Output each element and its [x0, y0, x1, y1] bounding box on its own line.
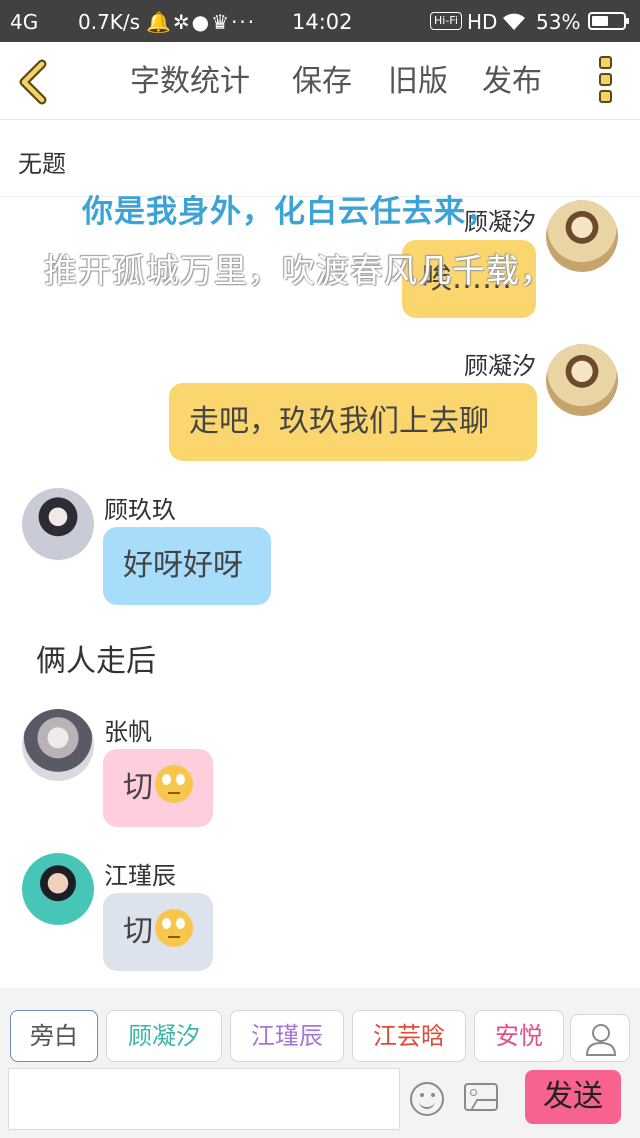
chevron-left-icon — [19, 59, 47, 105]
more-dot-icon — [598, 90, 612, 103]
more-dot-icon — [598, 73, 612, 86]
role-chip-label: 江芸晗 — [373, 1022, 445, 1050]
wifi-icon — [501, 10, 527, 37]
eye-roll-emoji-icon — [155, 765, 193, 803]
avatar[interactable] — [546, 344, 618, 416]
back-button[interactable] — [12, 58, 56, 106]
role-chip-gu-ningxi[interactable]: 顾凝汐 — [106, 1010, 222, 1062]
publish-button[interactable]: 发布 — [482, 62, 542, 102]
old-version-button[interactable]: 旧版 — [388, 62, 448, 102]
role-manager-button[interactable] — [570, 1014, 630, 1062]
clock: 14:02 — [292, 10, 353, 34]
hd-indicator: HD — [467, 10, 498, 34]
eye-roll-emoji-icon — [155, 909, 193, 947]
pinwheel-icon: ✲ — [172, 10, 192, 34]
floating-lyric: 推开孤城万里，吹渡春风几千载， — [44, 251, 554, 290]
word-count-button[interactable]: 字数统计 — [130, 62, 250, 102]
role-chip-label: 旁白 — [30, 1022, 78, 1050]
send-button[interactable]: 发送 — [525, 1070, 621, 1124]
more-notifications: ··· — [231, 10, 257, 34]
message-bubble[interactable]: 切 — [103, 749, 213, 827]
role-chip-jiang-yunhan[interactable]: 江芸晗 — [352, 1010, 466, 1062]
battery-level — [592, 16, 608, 26]
message-sender-name: 顾凝汐 — [464, 352, 536, 380]
role-chip-label: 安悦 — [495, 1022, 543, 1050]
save-button[interactable]: 保存 — [292, 62, 352, 102]
bell-icon: 🔔 — [146, 10, 173, 34]
battery-icon — [588, 12, 629, 30]
role-chip-label: 顾凝汐 — [128, 1022, 200, 1050]
planet-icon: ● — [191, 10, 212, 34]
editor-header: 字数统计 保存 旧版 发布 — [0, 42, 640, 120]
message-bubble[interactable]: 好呀好呀 — [103, 527, 271, 605]
floating-lyric: 你是我身外，化白云任去来， — [82, 194, 498, 230]
battery-percent: 53% — [536, 10, 581, 34]
message-sender-name: 江瑾辰 — [104, 862, 176, 890]
message-text: 切 — [123, 770, 153, 805]
role-chip-label: 江瑾辰 — [251, 1022, 323, 1050]
message-sender-name: 顾玖玖 — [104, 496, 176, 524]
more-dot-icon — [598, 56, 612, 69]
message-sender-name: 张帆 — [104, 718, 152, 746]
more-menu-button[interactable] — [590, 56, 620, 110]
image-picker-icon[interactable] — [464, 1083, 498, 1111]
message-bubble[interactable]: 切 — [103, 893, 213, 971]
notification-icons: 🔔✲●♛··· — [146, 10, 256, 34]
person-icon — [585, 1024, 617, 1056]
message-text: 切 — [123, 914, 153, 949]
network-indicator: 4G — [10, 10, 39, 34]
avatar[interactable] — [22, 853, 94, 925]
avatar[interactable] — [22, 709, 94, 781]
hifi-badge: Hi-Fi — [430, 12, 462, 30]
role-chip-jiang-jinchen[interactable]: 江瑾辰 — [230, 1010, 344, 1062]
message-bubble[interactable]: 走吧，玖玖我们上去聊 — [169, 383, 537, 461]
avatar[interactable] — [22, 488, 94, 560]
emoji-picker-icon[interactable] — [410, 1082, 444, 1116]
role-chip-narrator[interactable]: 旁白 — [10, 1010, 98, 1062]
avatar[interactable] — [546, 200, 618, 272]
role-chip-an-yue[interactable]: 安悦 — [474, 1010, 564, 1062]
crown-icon: ♛ — [211, 10, 232, 34]
status-bar: 4G 0.7K/s 🔔✲●♛··· 14:02 Hi-Fi HD 53% — [0, 0, 640, 42]
narration-text[interactable]: 俩人走后 — [36, 636, 156, 680]
message-input[interactable] — [8, 1068, 400, 1130]
network-speed: 0.7K/s — [78, 10, 141, 34]
story-title[interactable]: 无题 — [18, 144, 66, 179]
